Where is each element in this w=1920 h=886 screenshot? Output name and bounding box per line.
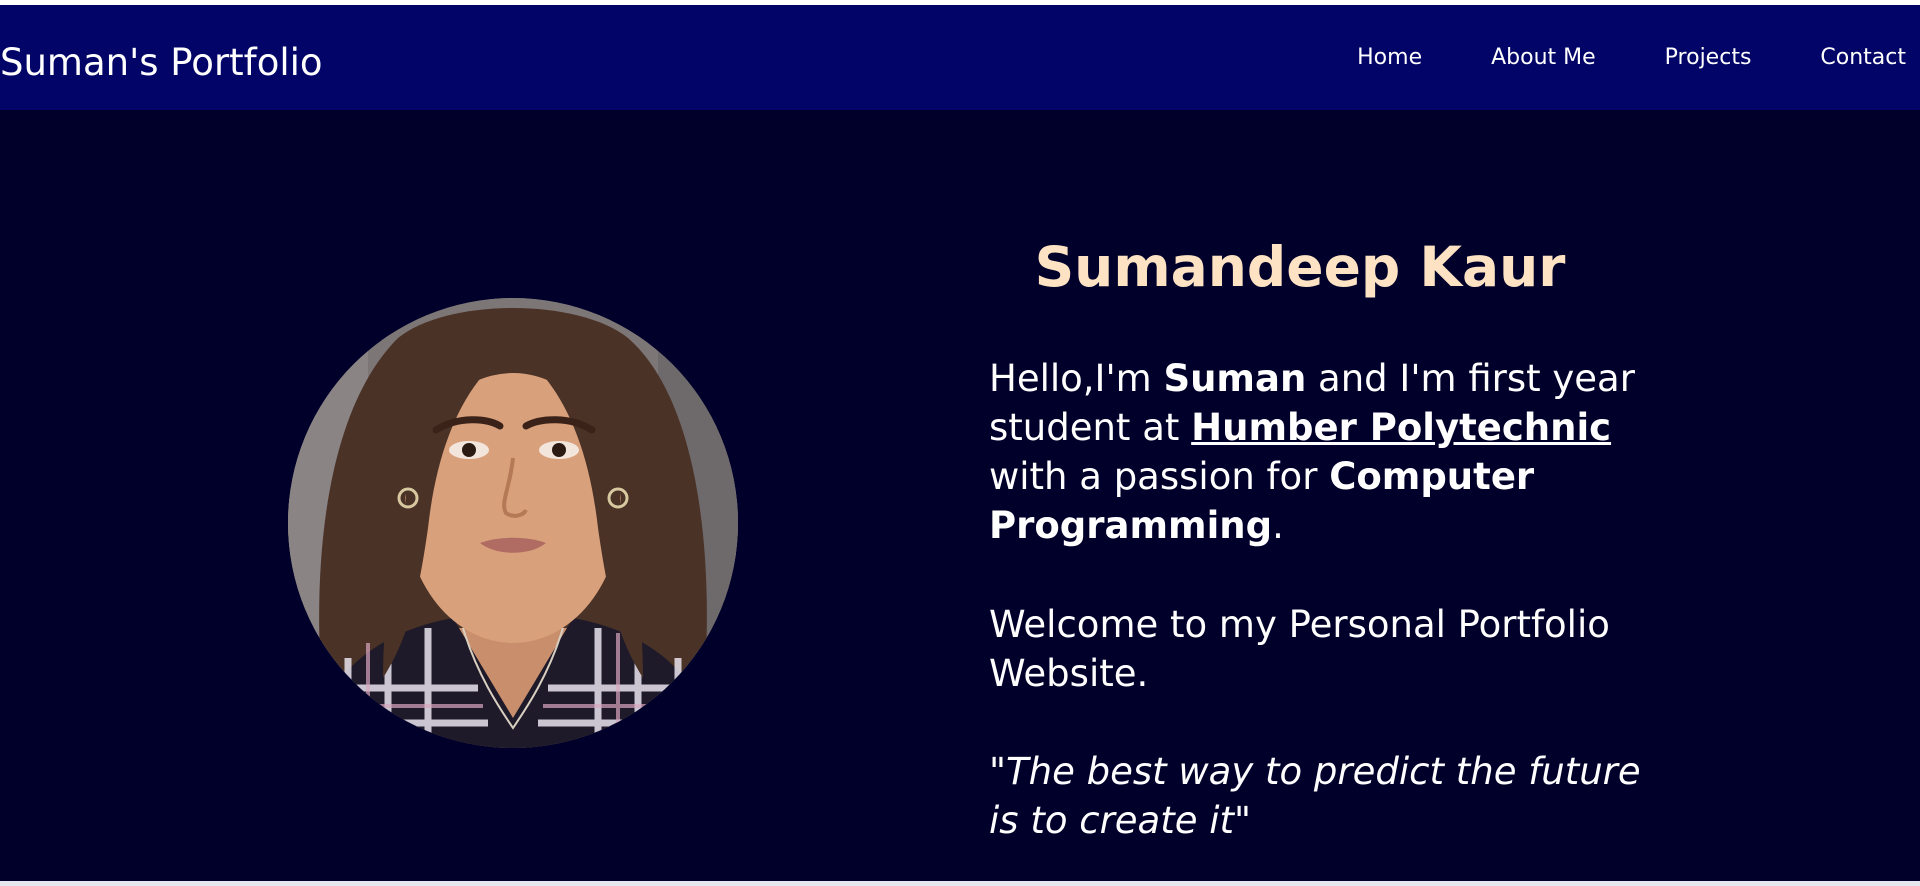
- quote-open-mark: ": [989, 750, 1007, 793]
- page-bottom-edge: [0, 881, 1920, 886]
- profile-photo: [288, 298, 738, 748]
- navbar: Suman's Portfolio Home About Me Projects…: [0, 5, 1920, 110]
- site-brand[interactable]: Suman's Portfolio: [0, 41, 323, 85]
- bio-text-1: Hello,I'm: [989, 357, 1164, 400]
- nav-link-projects[interactable]: Projects: [1665, 45, 1752, 70]
- bio-text-3: with a passion for: [989, 455, 1330, 498]
- profile-photo-image: [288, 298, 738, 748]
- nav-links: Home About Me Projects Contact: [1357, 5, 1920, 110]
- nav-link-home[interactable]: Home: [1357, 45, 1422, 70]
- quote-body: The best way to predict the future is to…: [989, 750, 1641, 842]
- welcome-text: Welcome to my Personal Portfolio Website…: [989, 603, 1610, 695]
- bio-nickname: Suman: [1163, 357, 1307, 400]
- quote-close-mark: ": [1234, 799, 1252, 842]
- hero-bio: Hello,I'm Suman and I'm first year stude…: [989, 354, 1649, 550]
- hero-name: Sumandeep Kaur: [1034, 235, 1566, 299]
- hero-section: Sumandeep Kaur Hello,I'm Suman and I'm f…: [0, 110, 1920, 881]
- school-link[interactable]: Humber Polytechnic: [1191, 406, 1611, 449]
- quote-text: "The best way to predict the future is t…: [989, 747, 1669, 845]
- nav-link-contact[interactable]: Contact: [1820, 45, 1906, 70]
- page: Suman's Portfolio Home About Me Projects…: [0, 0, 1920, 886]
- bio-text-4: .: [1272, 504, 1284, 547]
- nav-link-about-me[interactable]: About Me: [1491, 45, 1596, 70]
